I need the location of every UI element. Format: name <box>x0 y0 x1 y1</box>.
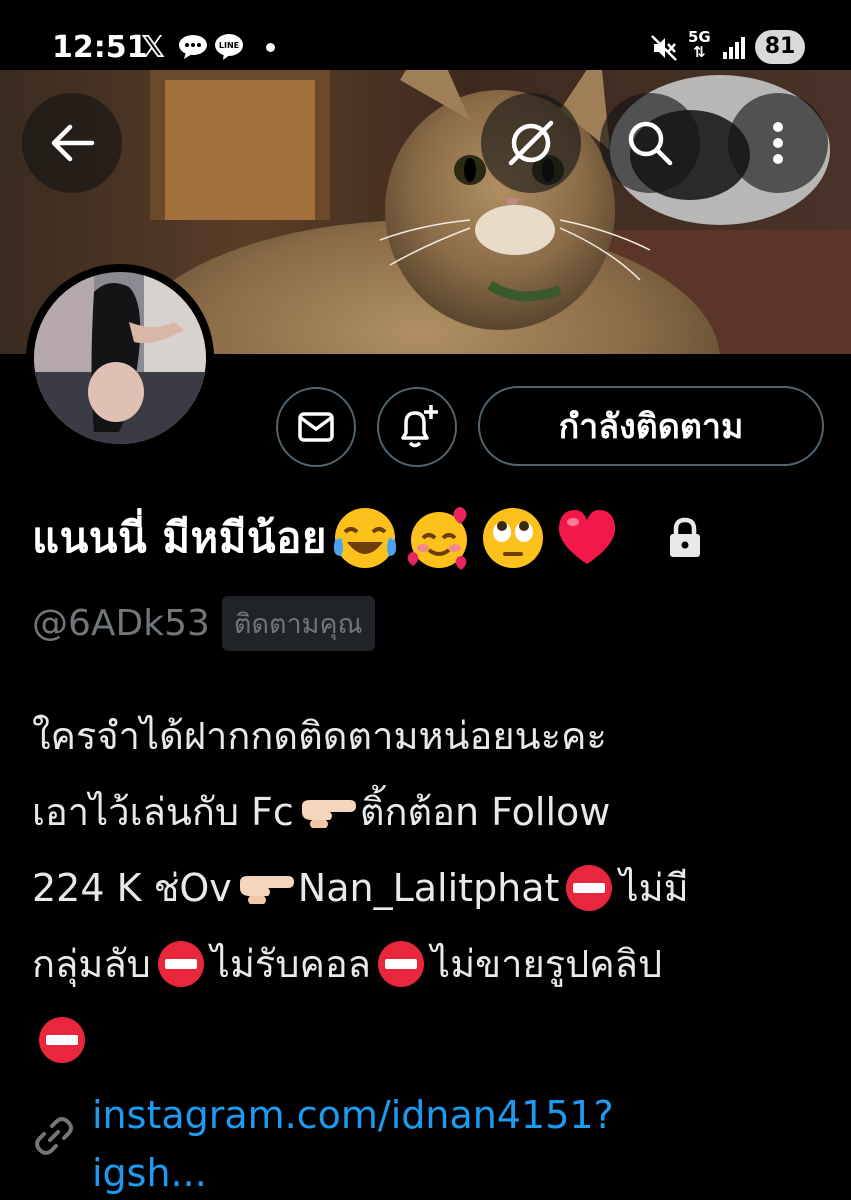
back-arrow-icon <box>51 124 95 162</box>
bio-text: ไม่รับคอล <box>210 942 371 986</box>
message-button[interactable] <box>276 387 356 467</box>
bio-text: ติ้กต้อn Follow <box>359 790 611 834</box>
bio-text: ใครจำได้ฝากกดติดตามหน่อยนะคะ <box>32 714 607 758</box>
avatar-image <box>34 272 206 444</box>
search-button[interactable] <box>600 93 700 193</box>
search-icon <box>628 121 673 166</box>
status-bar: 12:51 𝕏 LINE 5G ⇅ 81 <box>0 0 851 70</box>
bio-text: 224 K ช่Ov <box>32 866 232 910</box>
bio-text: กลุ่มลับ <box>32 942 151 986</box>
dot-icon <box>266 43 275 52</box>
profile-bio: ใครจำได้ฝากกดติดตามหน่อยนะคะ เอาไว้เล่นก… <box>32 698 832 1078</box>
follows-you-badge: ติดตามคุณ <box>221 596 375 651</box>
bio-text: ไม่มี <box>619 866 689 910</box>
link-icon <box>35 1117 73 1155</box>
bio-line-1: ใครจำได้ฝากกดติดตามหน่อยนะคะ <box>32 698 832 774</box>
display-name: แนนนี่ มีหมีน้อย <box>32 513 327 562</box>
no-entry-emoji <box>39 1017 85 1063</box>
svg-text:LINE: LINE <box>219 41 239 50</box>
no-entry-emoji <box>157 941 204 987</box>
following-button[interactable]: กำลังติดตาม <box>478 386 824 466</box>
rolling-eyes-emoji <box>482 508 543 568</box>
battery-icon: 81 <box>755 30 805 64</box>
red-heart-emoji <box>558 510 616 564</box>
status-time: 12:51 <box>52 30 148 65</box>
pointing-right-emoji <box>301 800 356 828</box>
back-button[interactable] <box>22 93 122 193</box>
tears-of-joy-emoji <box>333 508 397 568</box>
website-link[interactable]: instagram.com/idnan4151? <box>92 1086 614 1144</box>
smiling-face-with-hearts-emoji <box>407 507 467 570</box>
no-entry-emoji <box>377 941 424 987</box>
no-entry-emoji <box>566 865 613 911</box>
more-options-button[interactable] <box>728 93 828 193</box>
profile-name-row: แนนนี่ มีหมีน้อย <box>32 498 703 578</box>
mail-icon <box>298 412 334 442</box>
bio-line-5 <box>32 1002 832 1078</box>
bio-line-3: 224 K ช่Ov Nan_Lalitphat ไม่มี <box>32 850 832 926</box>
notifications-button[interactable] <box>377 387 457 467</box>
bio-text: Nan_Lalitphat <box>297 866 560 910</box>
grok-button[interactable] <box>481 93 581 193</box>
network-5g-label: 5G ⇅ <box>688 28 711 61</box>
line-icon: LINE <box>214 33 244 61</box>
signal-icon <box>722 36 746 60</box>
grok-icon <box>508 120 554 166</box>
profile-handle: @6ADk53 <box>32 603 210 644</box>
bio-text: ไม่ขายรูปคลิป <box>430 942 663 986</box>
chat-icon <box>178 34 208 60</box>
lock-icon <box>669 517 700 557</box>
pointing-right-emoji <box>239 876 294 904</box>
bio-line-2: เอาไว้เล่นกับ Fc ติ้กต้อn Follow <box>32 774 832 850</box>
profile-avatar[interactable] <box>26 264 214 452</box>
more-vertical-icon <box>773 122 783 164</box>
name-emojis <box>331 504 627 572</box>
bio-line-4: กลุ่มลับ ไม่รับคอล ไม่ขายรูปคลิป <box>32 926 832 1002</box>
bio-text: เอาไว้เล่นกับ Fc <box>32 790 294 834</box>
mute-icon <box>650 34 678 62</box>
bell-plus-icon <box>401 405 438 448</box>
handle-row: @6ADk53 ติดตามคุณ <box>32 596 375 651</box>
x-icon: 𝕏 <box>141 30 166 65</box>
website-link-continued[interactable]: igsh... <box>92 1144 207 1200</box>
